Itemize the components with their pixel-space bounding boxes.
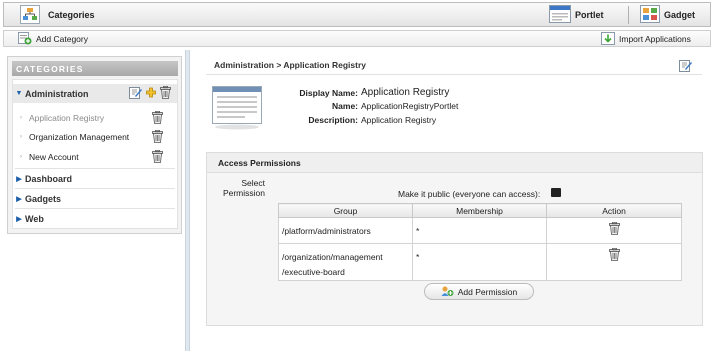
portlet-icon xyxy=(549,5,571,25)
application-label: New Account xyxy=(29,151,79,162)
group-cell: /platform/administrators xyxy=(278,217,413,244)
application-item-new-account[interactable]: › New Account xyxy=(13,147,177,166)
portlet-label: Portlet xyxy=(575,10,604,20)
column-header-group: Group xyxy=(278,203,413,218)
page-title: Categories xyxy=(48,10,95,20)
import-applications-label: Import Applications xyxy=(619,34,691,44)
top-bar: Categories Portlet Gadget xyxy=(3,2,711,27)
category-gadgets[interactable]: ▶ Gadgets xyxy=(13,189,177,208)
bullet-icon: › xyxy=(20,133,22,140)
portlet-button[interactable]: Portlet xyxy=(549,5,604,25)
table-row: /platform/administrators * xyxy=(278,217,682,244)
action-cell xyxy=(546,243,682,281)
divider xyxy=(206,74,702,75)
table-row: /organization/management /executive-boar… xyxy=(278,243,682,281)
action-toolbar: Add Category Import Applications xyxy=(3,30,711,47)
make-public-checkbox[interactable] xyxy=(551,188,561,197)
breadcrumb: Administration > Application Registry xyxy=(214,60,366,70)
add-permission-button[interactable]: Add Permission xyxy=(424,283,534,300)
membership-cell: * xyxy=(412,217,547,244)
trash-icon[interactable] xyxy=(608,221,620,237)
toolbar-separator xyxy=(628,6,629,24)
group-path: /platform/administrators xyxy=(282,226,371,236)
trash-icon[interactable] xyxy=(608,247,620,263)
add-category-button[interactable]: Add Category xyxy=(18,31,88,47)
category-label: Gadgets xyxy=(25,193,62,204)
add-category-label: Add Category xyxy=(36,34,88,44)
bullet-icon: › xyxy=(20,153,22,160)
categories-heading: CATEGORIES xyxy=(12,61,178,76)
chevron-right-icon: ▶ xyxy=(16,175,22,183)
categories-sidebar: CATEGORIES ▼ Administration › Applicatio… xyxy=(7,56,182,234)
name-value: ApplicationRegistryPortlet xyxy=(361,101,459,111)
chevron-right-icon: ▶ xyxy=(16,215,22,223)
add-permission-icon xyxy=(441,285,454,299)
add-category-icon xyxy=(18,31,32,47)
membership-cell: * xyxy=(412,243,547,281)
description-value: Application Registry xyxy=(361,115,437,125)
permissions-table: Group Membership Action /platform/admini… xyxy=(278,203,682,281)
category-label: Web xyxy=(25,213,44,224)
edit-icon[interactable] xyxy=(679,59,692,74)
import-applications-button[interactable]: Import Applications xyxy=(601,31,691,47)
gadget-icon xyxy=(640,5,660,25)
add-permission-label: Add Permission xyxy=(457,286,518,297)
make-public-label: Make it public (everyone can access): xyxy=(398,189,541,199)
chevron-right-icon: ▶ xyxy=(16,195,22,203)
group-path: /organization/management xyxy=(282,252,383,262)
app-logo-icon xyxy=(20,5,40,24)
access-permissions-panel: Access Permissions Select Permission Mak… xyxy=(206,152,703,326)
gadget-button[interactable]: Gadget xyxy=(640,5,695,25)
column-header-action: Action xyxy=(546,203,682,218)
column-header-membership: Membership xyxy=(412,203,547,218)
application-item-organization-management[interactable]: › Organization Management xyxy=(13,127,177,146)
description-label: Description: xyxy=(308,115,358,125)
gadget-label: Gadget xyxy=(664,10,696,20)
name-label: Name: xyxy=(332,101,358,111)
display-name-value: Application Registry xyxy=(361,87,450,98)
display-name-label: Display Name: xyxy=(299,88,358,98)
trash-icon[interactable] xyxy=(152,149,163,165)
application-label: Organization Management xyxy=(29,131,130,142)
group-path: /executive-board xyxy=(282,267,345,277)
access-permissions-title: Access Permissions xyxy=(207,153,702,173)
select-permission-label: Select Permission xyxy=(222,178,265,198)
action-cell xyxy=(546,217,682,244)
category-dashboard[interactable]: ▶ Dashboard xyxy=(13,169,177,188)
import-icon xyxy=(601,31,615,47)
table-header-row: Group Membership Action xyxy=(278,203,682,218)
category-web[interactable]: ▶ Web xyxy=(13,209,177,228)
category-label: Dashboard xyxy=(25,173,73,184)
group-cell: /organization/management /executive-boar… xyxy=(278,243,413,281)
trash-icon[interactable] xyxy=(152,129,163,145)
